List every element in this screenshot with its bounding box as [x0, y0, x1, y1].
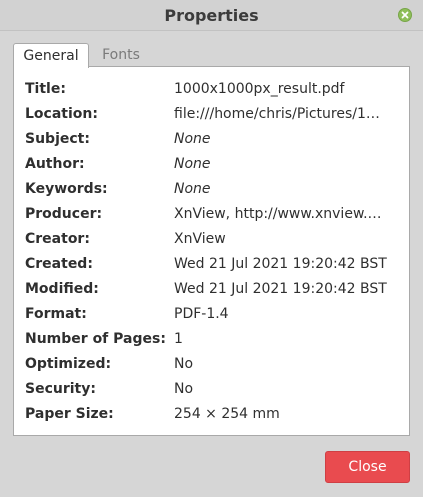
- property-row: Creator: XnView: [14, 229, 409, 251]
- property-value: PDF-1.4: [174, 306, 229, 322]
- tab-general[interactable]: General: [13, 43, 89, 68]
- property-row: Keywords: None: [14, 179, 409, 201]
- property-value: 1000x1000px_result.pdf: [174, 81, 345, 97]
- property-label: Creator:: [25, 231, 90, 247]
- property-label: Number of Pages:: [25, 331, 166, 347]
- property-label: Created:: [25, 256, 93, 272]
- property-label: Security:: [25, 381, 96, 397]
- property-label: Paper Size:: [25, 406, 114, 422]
- property-row: Title: 1000x1000px_result.pdf: [14, 79, 409, 101]
- title-bar: Properties: [0, 0, 423, 31]
- property-row: Subject: None: [14, 129, 409, 151]
- property-value: No: [174, 356, 194, 372]
- property-row: Security: No: [14, 379, 409, 401]
- property-value: None: [174, 131, 211, 147]
- property-value: XnView, http://www.xnview.…: [174, 206, 382, 222]
- property-row: Created: Wed 21 Jul 2021 19:20:42 BST: [14, 254, 409, 276]
- dialog-title: Properties: [164, 6, 259, 25]
- property-value: None: [174, 156, 211, 172]
- property-value: None: [174, 181, 211, 197]
- property-value: No: [174, 381, 194, 397]
- properties-dialog: Properties General Fonts Title: 1000x1000…: [0, 0, 423, 497]
- property-row: Modified: Wed 21 Jul 2021 19:20:42 BST: [14, 279, 409, 301]
- property-value: Wed 21 Jul 2021 19:20:42 BST: [174, 256, 387, 272]
- property-row: Location: file:///home/chris/Pictures/1…: [14, 104, 409, 126]
- property-value: 1: [174, 331, 183, 347]
- property-row: Optimized: No: [14, 354, 409, 376]
- property-label: Optimized:: [25, 356, 112, 372]
- tab-fonts[interactable]: Fonts: [99, 43, 143, 67]
- property-label: Title:: [25, 81, 66, 97]
- property-label: Subject:: [25, 131, 90, 147]
- property-label: Keywords:: [25, 181, 108, 197]
- property-value: XnView: [174, 231, 226, 247]
- property-value: file:///home/chris/Pictures/1…: [174, 106, 380, 122]
- property-label: Location:: [25, 106, 98, 122]
- property-label: Producer:: [25, 206, 103, 222]
- property-value: 254 × 254 mm: [174, 406, 280, 422]
- property-label: Modified:: [25, 281, 99, 297]
- property-value: Wed 21 Jul 2021 19:20:42 BST: [174, 281, 387, 297]
- properties-panel: Title: 1000x1000px_result.pdf Location: fil…: [13, 66, 410, 436]
- close-button[interactable]: Close: [325, 451, 410, 483]
- property-row: Format: PDF-1.4: [14, 304, 409, 326]
- property-row: Paper Size: 254 × 254 mm: [14, 404, 409, 426]
- property-row: Author: None: [14, 154, 409, 176]
- property-row: Producer: XnView, http://www.xnview.…: [14, 204, 409, 226]
- property-label: Format:: [25, 306, 87, 322]
- close-x-icon[interactable]: [398, 8, 412, 22]
- property-label: Author:: [25, 156, 85, 172]
- property-row: Number of Pages: 1: [14, 329, 409, 351]
